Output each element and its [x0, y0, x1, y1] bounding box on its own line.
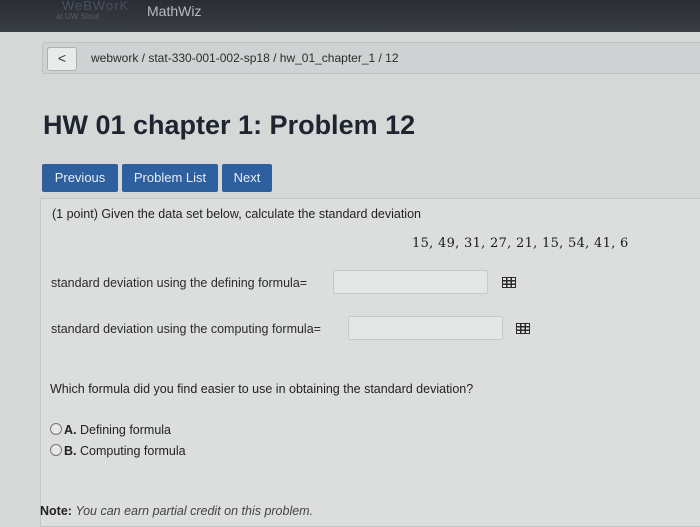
- top-bar: WeBWorK at UW Stout MathWiz: [0, 0, 700, 32]
- equation-editor-icon[interactable]: [516, 323, 530, 334]
- formula-question: Which formula did you find easier to use…: [50, 382, 474, 396]
- option-text: Defining formula: [79, 423, 171, 437]
- webwork-logo[interactable]: WeBWorK at UW Stout: [52, 0, 132, 28]
- computing-formula-input[interactable]: [348, 316, 503, 340]
- logo-subtext: at UW Stout: [56, 12, 100, 21]
- note-text: You can earn partial credit on this prob…: [75, 504, 314, 518]
- problem-prompt: (1 point) Given the data set below, calc…: [52, 207, 421, 221]
- app-name: MathWiz: [147, 3, 202, 19]
- back-button[interactable]: <: [47, 47, 77, 71]
- previous-button[interactable]: Previous: [42, 164, 118, 192]
- defining-formula-label: standard deviation using the defining fo…: [51, 276, 308, 290]
- data-set: 15, 49, 31, 27, 21, 15, 54, 41, 6: [412, 236, 629, 251]
- partial-credit-note: Note: You can earn partial credit on thi…: [40, 504, 313, 518]
- option-letter: A.: [64, 423, 77, 437]
- computing-formula-label: standard deviation using the computing f…: [51, 322, 321, 336]
- option-computing[interactable]: B. Computing formula: [50, 444, 186, 458]
- page-title: HW 01 chapter 1: Problem 12: [43, 110, 416, 140]
- radio-button[interactable]: [50, 444, 62, 456]
- option-defining[interactable]: A. Defining formula: [50, 423, 171, 437]
- radio-button[interactable]: [50, 423, 62, 435]
- option-text: Computing formula: [79, 444, 186, 458]
- note-label: Note:: [40, 504, 72, 518]
- option-letter: B.: [64, 444, 77, 458]
- equation-editor-icon[interactable]: [502, 277, 516, 288]
- defining-formula-input[interactable]: [333, 270, 488, 294]
- next-button[interactable]: Next: [222, 164, 272, 192]
- breadcrumb-path[interactable]: webwork / stat-330-001-002-sp18 / hw_01_…: [91, 51, 399, 65]
- breadcrumb: < webwork / stat-330-001-002-sp18 / hw_0…: [42, 42, 700, 74]
- problem-list-button[interactable]: Problem List: [122, 164, 218, 192]
